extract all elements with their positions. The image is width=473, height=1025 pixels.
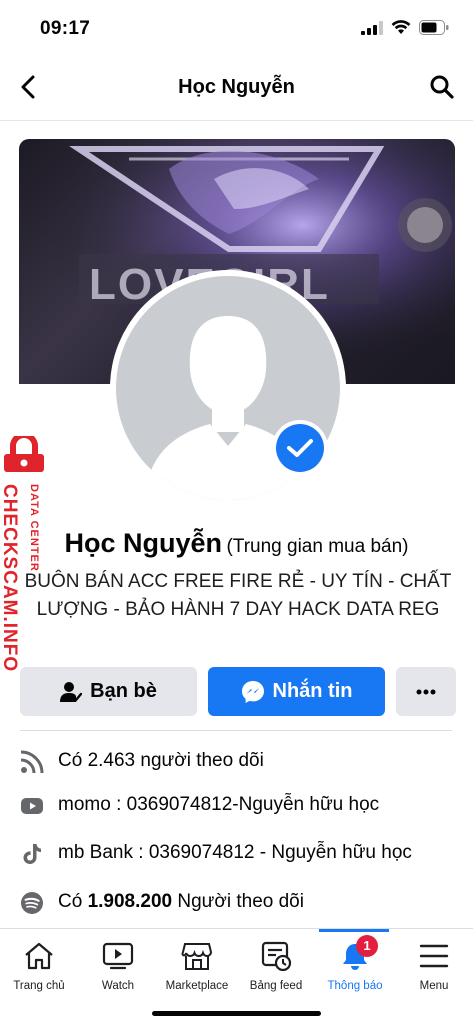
tiktok-icon bbox=[23, 844, 41, 864]
tab-label: Trang chủ bbox=[13, 980, 65, 992]
status-bar: 09:17 bbox=[0, 0, 473, 56]
search-icon bbox=[430, 75, 454, 99]
circle-handle-icon bbox=[398, 198, 452, 252]
profile-name-row: Học Nguyễn (Trung gian mua bán) bbox=[0, 528, 473, 559]
notification-badge: 1 bbox=[356, 935, 378, 957]
spotify-icon bbox=[21, 892, 43, 914]
detail-text-prefix: Có bbox=[58, 891, 83, 912]
status-time: 09:17 bbox=[40, 18, 91, 39]
store-icon bbox=[181, 943, 213, 970]
tab-label: Marketplace bbox=[165, 980, 229, 992]
tab-label: Watch bbox=[101, 980, 135, 992]
tab-feeds[interactable]: Bảng feed bbox=[237, 929, 315, 999]
bottom-tab-bar: Trang chủ Watch Marketplace Bảng feed 1 … bbox=[0, 928, 473, 1025]
tab-label: Bảng feed bbox=[249, 980, 303, 992]
detail-item-spotify-followers: Có 1.908.200 Người theo dõi bbox=[0, 883, 473, 923]
home-indicator bbox=[152, 1011, 321, 1016]
profile-alternate-name: (Trung gian mua bán) bbox=[226, 536, 409, 557]
profile-name: Học Nguyễn bbox=[64, 528, 223, 558]
detail-text-suffix: Người theo dõi bbox=[177, 891, 304, 912]
top-nav-bar: Học Nguyễn bbox=[0, 56, 473, 121]
detail-text: momo : 0369074812-Nguyễn hữu học bbox=[58, 794, 380, 815]
rss-icon bbox=[20, 750, 44, 774]
tab-label: Thông báo bbox=[327, 980, 383, 992]
friend-check-icon bbox=[60, 681, 83, 702]
profile-bio: BUÔN BÁN ACC FREE FIRE RẺ - UY TÍN - CHẤ… bbox=[24, 571, 452, 620]
detail-text: Có 2.463 người theo dõi bbox=[58, 750, 264, 771]
detail-item-followers: Có 2.463 người theo dõi bbox=[0, 742, 473, 782]
status-icons bbox=[361, 20, 449, 35]
friends-button[interactable]: Bạn bè bbox=[20, 667, 197, 716]
detail-text: mb Bank : 0369074812 - Nguyễn hữu học bbox=[58, 842, 412, 863]
wifi-icon bbox=[391, 20, 411, 34]
tab-menu[interactable]: Menu bbox=[395, 929, 473, 999]
hamburger-menu-icon bbox=[419, 944, 449, 968]
tab-marketplace[interactable]: Marketplace bbox=[158, 929, 236, 999]
profile-picture[interactable] bbox=[110, 270, 360, 506]
message-button-label: Nhắn tin bbox=[272, 680, 353, 702]
detail-text-bold: 1.908.200 bbox=[87, 891, 173, 912]
home-icon bbox=[25, 942, 53, 970]
tab-label: Menu bbox=[419, 980, 449, 992]
watermark-brand: CHECKSCAM.INFO bbox=[0, 484, 20, 673]
cover-slider-handle[interactable] bbox=[395, 195, 455, 260]
youtube-icon bbox=[21, 798, 43, 814]
friends-button-label: Bạn bè bbox=[90, 680, 157, 702]
verified-badge bbox=[272, 420, 328, 476]
detail-item-bank: mb Bank : 0369074812 - Nguyễn hữu học bbox=[0, 834, 473, 874]
page-title: Học Nguyễn bbox=[178, 76, 295, 98]
more-options-button[interactable] bbox=[396, 667, 456, 716]
search-button[interactable] bbox=[429, 74, 455, 105]
video-play-icon bbox=[102, 942, 134, 970]
message-button[interactable]: Nhắn tin bbox=[208, 667, 385, 716]
tab-notifications[interactable]: 1 Thông báo bbox=[316, 929, 394, 999]
profile-actions: Bạn bè Nhắn tin bbox=[20, 667, 456, 717]
feed-clock-icon bbox=[261, 941, 292, 971]
tab-watch[interactable]: Watch bbox=[79, 929, 157, 999]
more-dots-icon bbox=[416, 689, 436, 694]
divider bbox=[20, 730, 452, 731]
tab-home[interactable]: Trang chủ bbox=[0, 929, 78, 999]
detail-item-momo: momo : 0369074812-Nguyễn hữu học bbox=[0, 786, 473, 826]
cellular-signal-icon bbox=[361, 20, 383, 35]
detail-text: Có 1.908.200 Người theo dõi bbox=[58, 891, 304, 913]
messenger-icon bbox=[241, 680, 264, 703]
battery-icon bbox=[419, 20, 449, 35]
checkmark-icon bbox=[287, 439, 313, 457]
